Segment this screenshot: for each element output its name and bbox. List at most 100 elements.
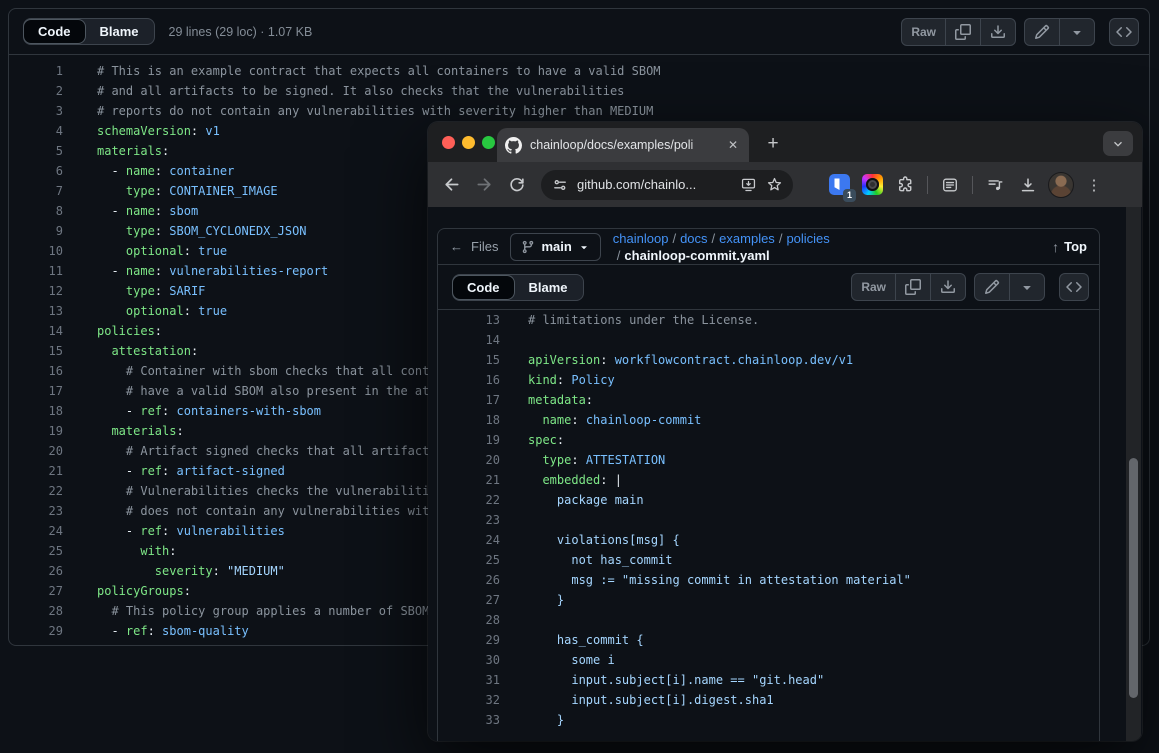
files-sidebar-toggle[interactable]: ← Files: [450, 239, 498, 254]
password-manager-extension-button[interactable]: 1: [824, 170, 854, 200]
forward-button[interactable]: [469, 170, 499, 200]
line-number[interactable]: 18: [438, 410, 500, 430]
line-number[interactable]: 4: [9, 121, 63, 141]
line-number[interactable]: 25: [438, 550, 500, 570]
edit-button[interactable]: [975, 274, 1009, 300]
tab-code[interactable]: Code: [452, 275, 515, 300]
line-number[interactable]: 26: [438, 570, 500, 590]
back-button[interactable]: [436, 170, 466, 200]
line-number[interactable]: 24: [438, 530, 500, 550]
line-number[interactable]: 15: [9, 341, 63, 361]
line-number[interactable]: 16: [438, 370, 500, 390]
address-bar[interactable]: github.com/chainlo...: [541, 170, 793, 200]
install-app-button[interactable]: [735, 172, 761, 198]
file-info: 29 lines (29 loc) · 1.07 KB: [169, 25, 313, 39]
line-number[interactable]: 15: [438, 350, 500, 370]
line-number[interactable]: 32: [438, 690, 500, 710]
edit-button[interactable]: [1025, 19, 1059, 45]
line-number[interactable]: 20: [438, 450, 500, 470]
caret-down-icon: [1019, 279, 1035, 295]
line-number[interactable]: 23: [438, 510, 500, 530]
line-number[interactable]: 21: [438, 470, 500, 490]
copy-button[interactable]: [895, 274, 930, 300]
line-number[interactable]: 18: [9, 401, 63, 421]
reload-button[interactable]: [502, 170, 532, 200]
line-number[interactable]: 17: [438, 390, 500, 410]
line-number[interactable]: 22: [9, 481, 63, 501]
bookmark-button[interactable]: [761, 172, 787, 198]
media-controls-button[interactable]: [980, 170, 1010, 200]
line-number[interactable]: 10: [9, 241, 63, 261]
line-number[interactable]: 3: [9, 101, 63, 121]
breadcrumb-link[interactable]: docs: [680, 231, 707, 246]
line-number[interactable]: 13: [9, 301, 63, 321]
line-number[interactable]: 29: [9, 621, 63, 641]
line-number[interactable]: 29: [438, 630, 500, 650]
downloads-button[interactable]: [1013, 170, 1043, 200]
symbols-panel-button[interactable]: [1059, 273, 1089, 301]
raw-button[interactable]: Raw: [852, 274, 895, 300]
line-number[interactable]: 17: [9, 381, 63, 401]
edit-dropdown-button[interactable]: [1059, 19, 1094, 45]
code-line: 22 package main: [438, 490, 1099, 510]
scrollbar[interactable]: [1126, 207, 1141, 741]
line-number[interactable]: 24: [9, 521, 63, 541]
line-number[interactable]: 30: [438, 650, 500, 670]
breadcrumb-link[interactable]: examples: [719, 231, 775, 246]
line-number[interactable]: 7: [9, 181, 63, 201]
branch-selector[interactable]: main: [510, 233, 600, 261]
breadcrumb-link[interactable]: policies: [786, 231, 829, 246]
raw-button[interactable]: Raw: [902, 19, 945, 45]
line-number[interactable]: 13: [438, 310, 500, 330]
line-number[interactable]: 28: [9, 601, 63, 621]
scrollbar-thumb[interactable]: [1129, 458, 1138, 698]
site-settings-button[interactable]: [547, 172, 573, 198]
line-number[interactable]: 27: [438, 590, 500, 610]
edit-dropdown-button[interactable]: [1009, 274, 1044, 300]
tab-blame[interactable]: Blame: [514, 275, 583, 300]
line-number[interactable]: 14: [9, 321, 63, 341]
line-number[interactable]: 5: [9, 141, 63, 161]
color-wheel-extension-button[interactable]: [857, 170, 887, 200]
line-number[interactable]: 31: [438, 670, 500, 690]
line-number[interactable]: 19: [9, 421, 63, 441]
browser-tab[interactable]: chainloop/docs/examples/poli ✕: [497, 128, 749, 162]
symbols-panel-button[interactable]: [1109, 18, 1139, 46]
line-number[interactable]: 6: [9, 161, 63, 181]
download-raw-button[interactable]: [930, 274, 965, 300]
tab-search-button[interactable]: [1103, 131, 1133, 156]
line-number[interactable]: 21: [9, 461, 63, 481]
tab-close-icon[interactable]: ✕: [725, 136, 741, 154]
line-number[interactable]: 14: [438, 330, 500, 350]
profile-avatar[interactable]: [1048, 172, 1074, 198]
line-number[interactable]: 26: [9, 561, 63, 581]
back-to-top-link[interactable]: ↑ Top: [1052, 239, 1087, 255]
line-number[interactable]: 28: [438, 610, 500, 630]
line-number[interactable]: 16: [9, 361, 63, 381]
download-raw-button[interactable]: [980, 19, 1015, 45]
reading-list-button[interactable]: [935, 170, 965, 200]
new-tab-button[interactable]: +: [760, 131, 786, 157]
line-number[interactable]: 27: [9, 581, 63, 601]
line-number[interactable]: 20: [9, 441, 63, 461]
line-number[interactable]: 2: [9, 81, 63, 101]
line-number[interactable]: 23: [9, 501, 63, 521]
line-number[interactable]: 19: [438, 430, 500, 450]
line-number[interactable]: 11: [9, 261, 63, 281]
line-number[interactable]: 9: [9, 221, 63, 241]
line-number[interactable]: 12: [9, 281, 63, 301]
line-number[interactable]: 1: [9, 61, 63, 81]
fullscreen-window-button[interactable]: [482, 136, 495, 149]
minimize-window-button[interactable]: [462, 136, 475, 149]
line-number[interactable]: 22: [438, 490, 500, 510]
browser-menu-button[interactable]: ⋮: [1079, 170, 1109, 200]
line-number[interactable]: 25: [9, 541, 63, 561]
tab-code[interactable]: Code: [23, 19, 86, 44]
line-number[interactable]: 33: [438, 710, 500, 730]
tab-blame[interactable]: Blame: [85, 19, 154, 44]
close-window-button[interactable]: [442, 136, 455, 149]
line-number[interactable]: 8: [9, 201, 63, 221]
extensions-button[interactable]: [890, 170, 920, 200]
copy-button[interactable]: [945, 19, 980, 45]
breadcrumb-link[interactable]: chainloop: [613, 231, 669, 246]
